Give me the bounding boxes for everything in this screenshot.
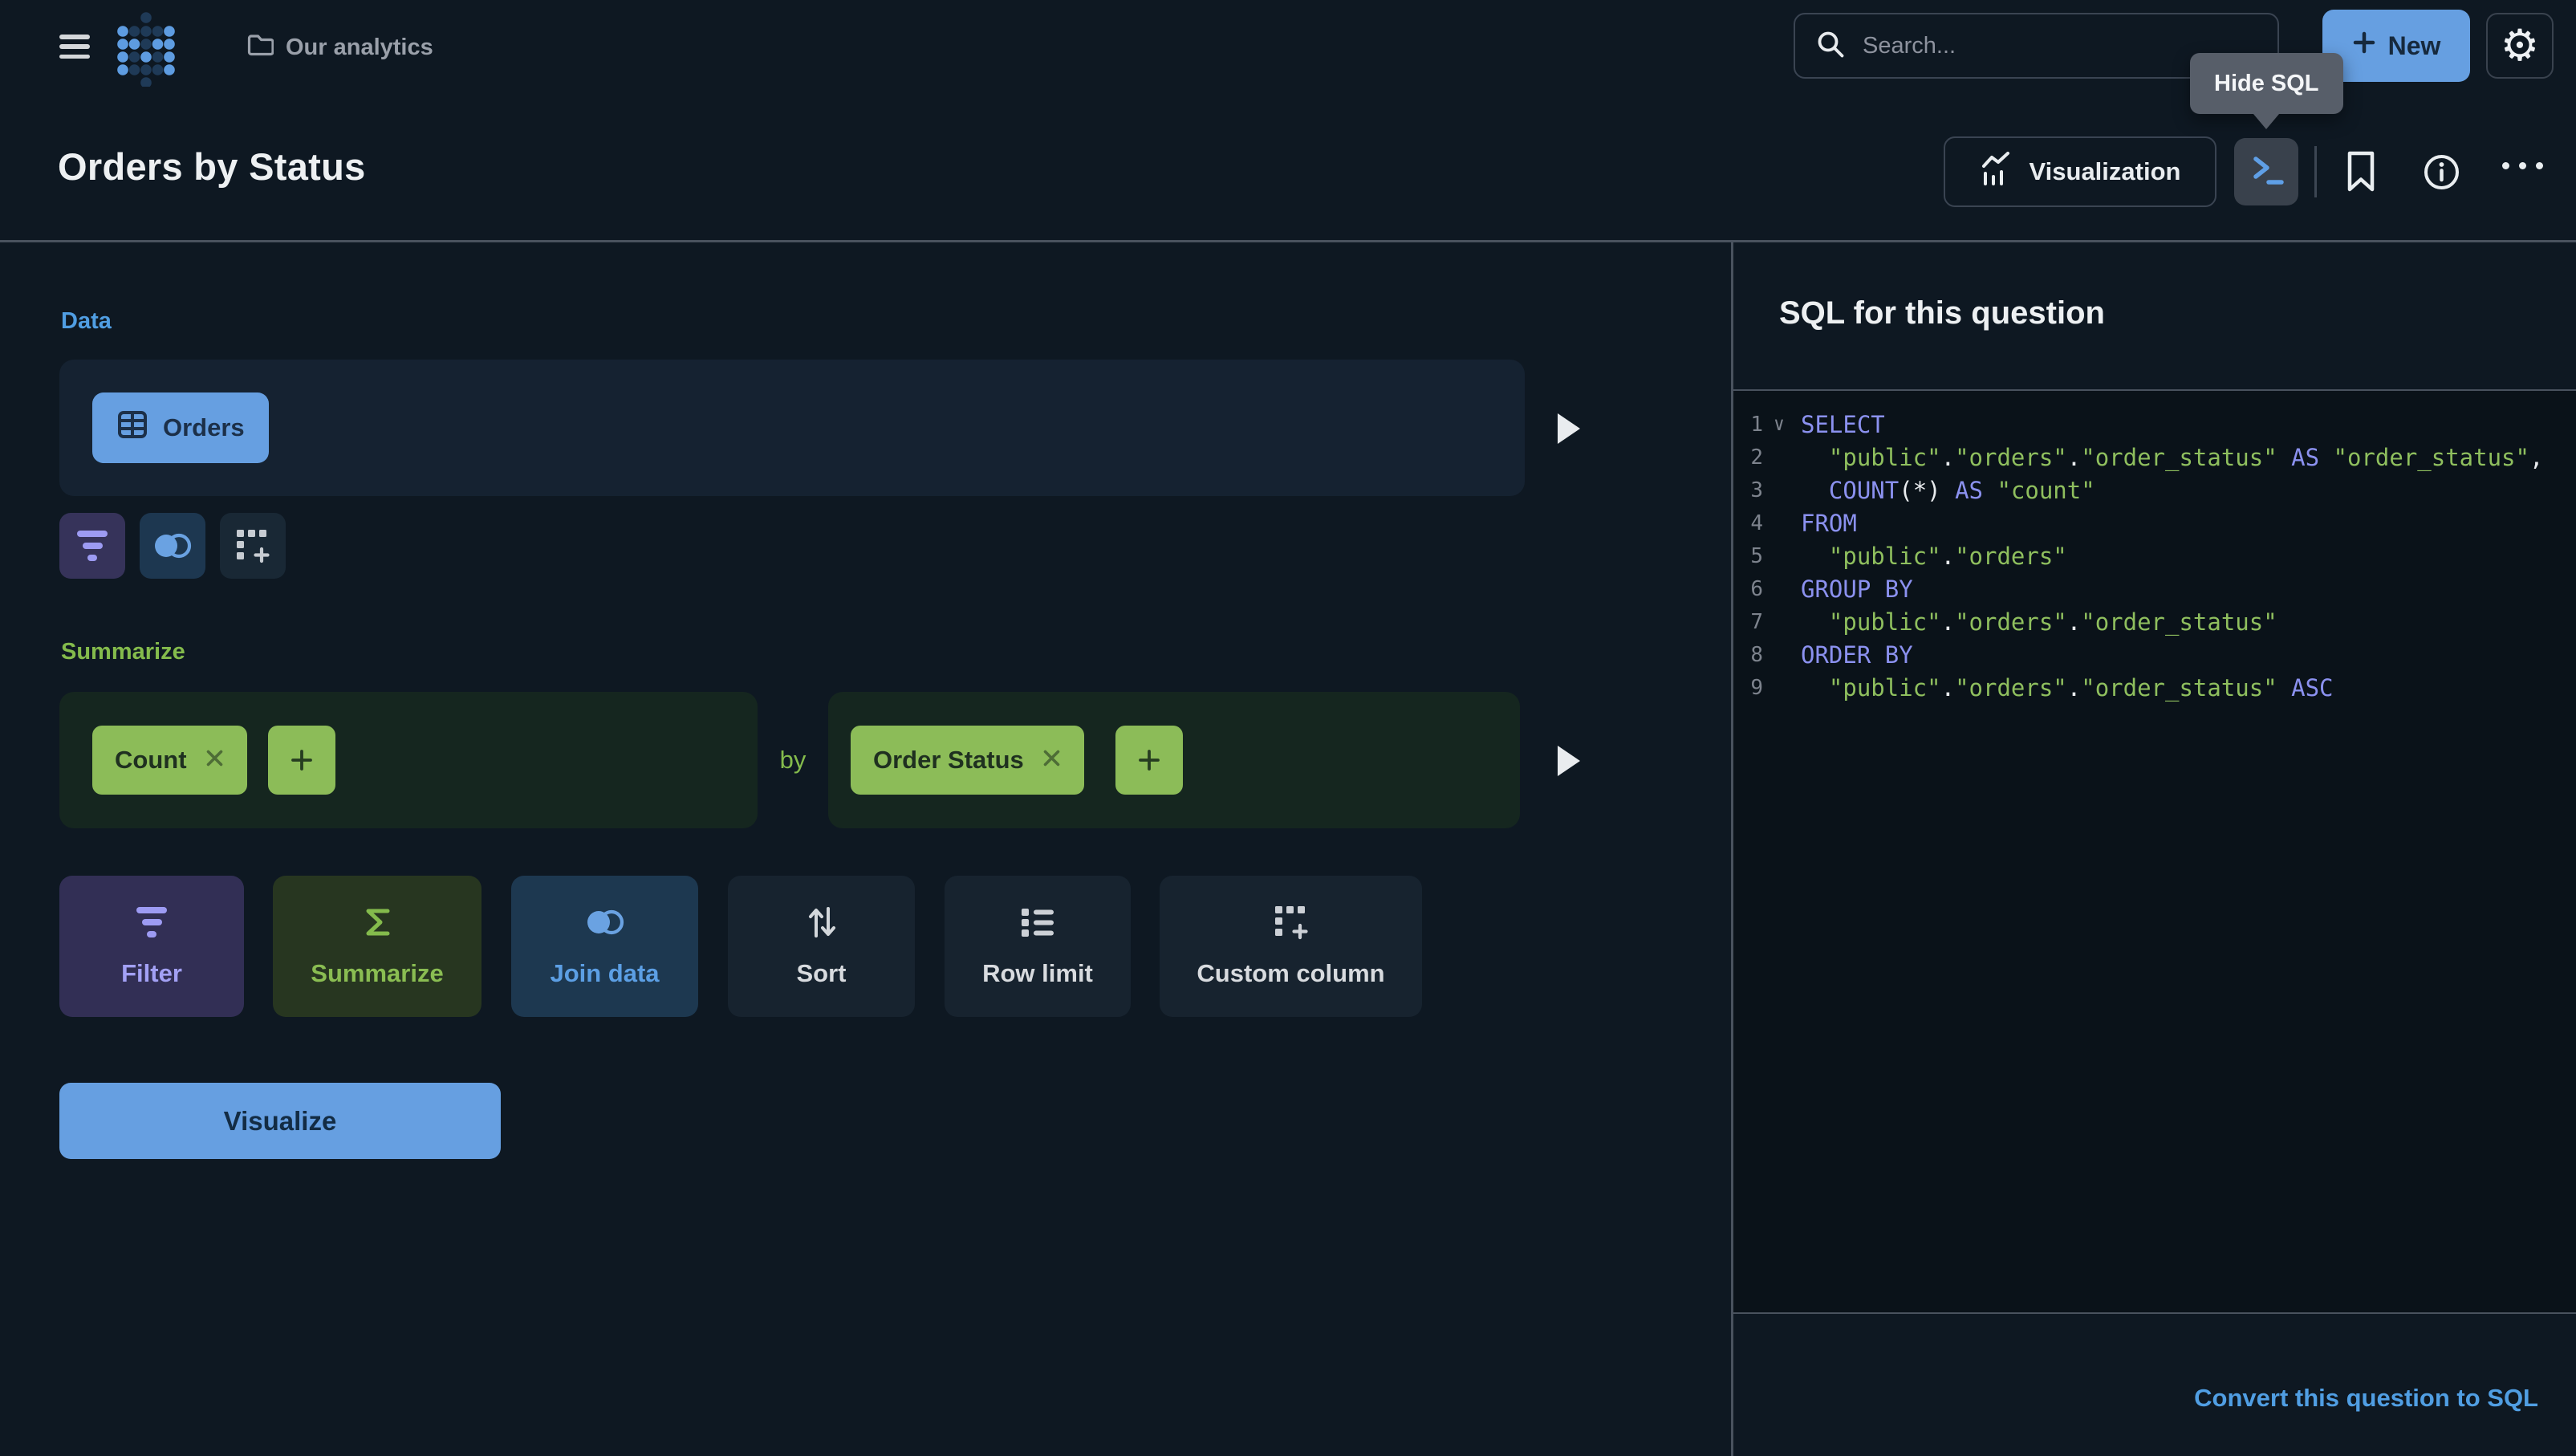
sql-code-lines: 1∨SELECT2 "public"."orders"."order_statu… — [1733, 409, 2576, 705]
terminal-icon — [2248, 152, 2285, 193]
sql-panel-title: SQL for this question — [1779, 295, 2105, 331]
tooltip-label: Hide SQL — [2214, 71, 2319, 97]
action-custom-column-label: Custom column — [1197, 959, 1384, 988]
sql-line: 8ORDER BY — [1733, 639, 2576, 672]
fold-gutter — [1763, 474, 1801, 507]
header-separator — [2314, 146, 2317, 197]
app-root: Our analytics New ⚙ Hide SQL Orders by S… — [0, 0, 2576, 1456]
sql-line: 4FROM — [1733, 507, 2576, 540]
visualize-button-label: Visualize — [224, 1106, 337, 1137]
join-shortcut-button[interactable] — [140, 513, 205, 579]
join-icon — [151, 531, 194, 561]
action-filter-button[interactable]: Filter — [59, 876, 244, 1017]
new-button[interactable]: New — [2322, 10, 2470, 82]
fold-chevron-icon[interactable]: ∨ — [1763, 409, 1801, 441]
summarize-section-label: Summarize — [61, 639, 185, 665]
sort-icon — [805, 903, 839, 942]
plus-icon — [2352, 31, 2376, 61]
by-label: by — [758, 692, 828, 828]
info-icon — [2423, 153, 2460, 191]
action-join-label: Join data — [550, 959, 659, 988]
preview-data-button[interactable] — [1558, 413, 1580, 444]
preview-summarize-button[interactable] — [1558, 746, 1580, 776]
convert-to-sql-link[interactable]: Convert this question to SQL — [2194, 1384, 2538, 1413]
filter-icon — [136, 903, 167, 942]
join-icon — [583, 903, 627, 942]
plus-icon — [290, 748, 314, 772]
custom-column-shortcut-button[interactable] — [220, 513, 286, 579]
action-sort-label: Sort — [797, 959, 847, 988]
breakout-chip-label: Order Status — [873, 746, 1024, 775]
custom-column-icon — [235, 528, 270, 563]
add-aggregation-button[interactable] — [268, 726, 335, 795]
toggle-sql-button[interactable] — [2234, 138, 2298, 205]
breakout-card: Order Status — [828, 692, 1520, 828]
fold-gutter — [1763, 507, 1801, 540]
action-filter-label: Filter — [121, 959, 182, 988]
page-title: Orders by Status — [58, 144, 366, 189]
ellipsis-icon — [2502, 162, 2509, 169]
new-button-label: New — [2388, 31, 2441, 61]
search-icon — [1816, 30, 1845, 63]
fold-gutter — [1763, 639, 1801, 672]
visualization-button-label: Visualization — [2030, 157, 2181, 186]
filter-icon — [77, 531, 108, 561]
bookmark-icon — [2345, 151, 2377, 193]
action-row-limit-button[interactable]: Row limit — [945, 876, 1131, 1017]
hide-sql-tooltip: Hide SQL — [2190, 53, 2343, 114]
chart-icon — [1980, 152, 2013, 192]
aggregation-chip[interactable]: Count — [92, 726, 247, 795]
breadcrumb[interactable]: Our analytics — [247, 33, 433, 63]
info-button[interactable] — [2422, 153, 2460, 191]
add-breakout-button[interactable] — [1115, 726, 1183, 795]
settings-button[interactable]: ⚙ — [2486, 13, 2554, 79]
action-summarize-label: Summarize — [311, 959, 443, 988]
remove-breakout-icon[interactable] — [1042, 746, 1062, 775]
action-sort-button[interactable]: Sort — [728, 876, 915, 1017]
sql-line: 9 "public"."orders"."order_status" ASC — [1733, 672, 2576, 705]
data-table-label: Orders — [163, 413, 245, 442]
data-section-label: Data — [61, 308, 112, 335]
visualization-button[interactable]: Visualization — [1944, 136, 2216, 207]
data-table-button[interactable]: Orders — [92, 392, 269, 463]
fold-gutter — [1763, 441, 1801, 474]
bookmark-button[interactable] — [2342, 148, 2380, 196]
action-join-button[interactable]: Join data — [511, 876, 698, 1017]
sql-line: 6GROUP BY — [1733, 573, 2576, 606]
table-icon — [116, 409, 148, 447]
breakout-chip[interactable]: Order Status — [851, 726, 1084, 795]
folder-icon — [247, 33, 274, 63]
fold-gutter — [1763, 573, 1801, 606]
action-custom-column-button[interactable]: Custom column — [1160, 876, 1422, 1017]
sql-code-viewer[interactable]: 1∨SELECT2 "public"."orders"."order_statu… — [1733, 389, 2576, 1314]
visualize-button[interactable]: Visualize — [59, 1083, 501, 1159]
sql-line: 1∨SELECT — [1733, 409, 2576, 441]
sql-line: 7 "public"."orders"."order_status" — [1733, 606, 2576, 639]
action-row-limit-label: Row limit — [982, 959, 1093, 988]
sql-line: 2 "public"."orders"."order_status" AS "o… — [1733, 441, 2576, 474]
action-summarize-button[interactable]: Summarize — [273, 876, 481, 1017]
filter-shortcut-button[interactable] — [59, 513, 125, 579]
hamburger-menu-icon[interactable] — [59, 35, 90, 59]
aggregation-chip-label: Count — [115, 746, 187, 775]
fold-gutter — [1763, 540, 1801, 573]
metabase-logo[interactable] — [117, 11, 175, 91]
fold-gutter — [1763, 672, 1801, 705]
remove-aggregation-icon[interactable] — [205, 746, 225, 775]
gear-icon: ⚙ — [2501, 24, 2539, 67]
data-card: Orders — [59, 360, 1525, 496]
sigma-icon — [362, 903, 392, 942]
fold-gutter — [1763, 606, 1801, 639]
metabase-dots-icon — [117, 11, 175, 87]
row-limit-icon — [1020, 903, 1055, 942]
more-options-button[interactable] — [2502, 162, 2543, 169]
header-divider — [0, 240, 2576, 242]
custom-column-icon — [1274, 903, 1309, 942]
sql-line: 3 COUNT(*) AS "count" — [1733, 474, 2576, 507]
sql-line: 5 "public"."orders" — [1733, 540, 2576, 573]
breadcrumb-label: Our analytics — [286, 35, 433, 61]
plus-icon — [1137, 748, 1161, 772]
aggregation-card: Count — [59, 692, 758, 828]
